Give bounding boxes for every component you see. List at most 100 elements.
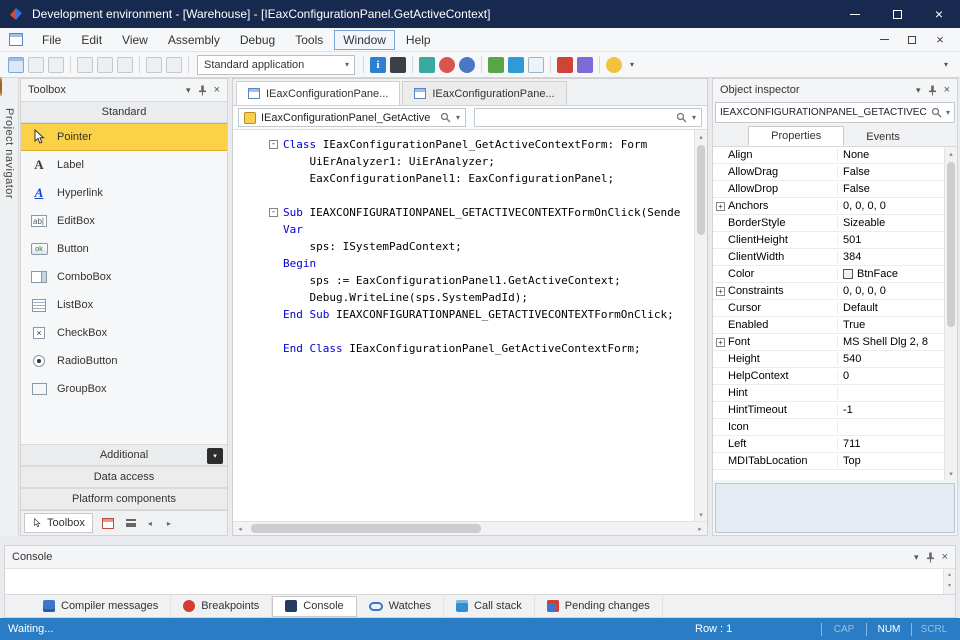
property-row[interactable]: BorderStyleSizeable — [713, 215, 944, 232]
code-line[interactable]: -Sub IEAXCONFIGURATIONPANEL_GETACTIVECON… — [233, 204, 694, 221]
tab-compiler-messages[interactable]: Compiler messages — [31, 595, 171, 617]
chevron-down-icon[interactable]: ▾ — [207, 448, 223, 464]
property-value[interactable]: Default — [838, 302, 944, 314]
code-line[interactable]: Var — [233, 221, 694, 238]
scrollbar-thumb[interactable] — [697, 145, 705, 235]
property-value[interactable]: None — [838, 149, 944, 161]
web-service-icon[interactable] — [459, 57, 475, 73]
property-row[interactable]: +Constraints0, 0, 0, 0 — [713, 283, 944, 300]
property-value[interactable]: 540 — [838, 353, 944, 365]
package-icon[interactable] — [488, 57, 504, 73]
property-row[interactable]: Hint — [713, 385, 944, 402]
property-row[interactable]: EnabledTrue — [713, 317, 944, 334]
minimize-button[interactable] — [834, 0, 876, 28]
expand-icon[interactable]: + — [716, 287, 725, 296]
property-value[interactable]: True — [838, 319, 944, 331]
toolbox-item-groupbox[interactable]: GroupBox — [21, 375, 227, 403]
property-row[interactable]: Left711 — [713, 436, 944, 453]
scroll-down-icon[interactable]: ▾ — [695, 508, 707, 521]
property-value[interactable]: -1 — [838, 404, 944, 416]
fold-collapse-icon[interactable]: - — [269, 140, 278, 149]
scroll-down-icon[interactable]: ▾ — [945, 467, 957, 480]
filter-icon[interactable] — [577, 57, 593, 73]
property-value[interactable]: BtnFace — [838, 268, 944, 280]
menu-debug[interactable]: Debug — [231, 30, 284, 50]
property-value[interactable]: 0, 0, 0, 0 — [838, 285, 944, 297]
code-line[interactable]: sps: ISystemPadContext; — [233, 238, 694, 255]
tab-events[interactable]: Events — [844, 128, 922, 146]
info-icon[interactable]: i — [370, 57, 386, 73]
property-row[interactable]: +FontMS Shell Dlg 2, 8 — [713, 334, 944, 351]
toolbox-category-data-access[interactable]: Data access — [21, 466, 227, 488]
code-line[interactable]: -Class IEaxConfigurationPanel_GetActiveC… — [233, 136, 694, 153]
tab-breakpoints[interactable]: Breakpoints — [171, 595, 272, 617]
property-value[interactable]: 501 — [838, 234, 944, 246]
chevron-down-icon[interactable]: ▾ — [916, 85, 921, 96]
code-line[interactable] — [233, 187, 694, 204]
tab-pending-changes[interactable]: Pending changes — [535, 595, 663, 617]
property-row[interactable]: AllowDropFalse — [713, 181, 944, 198]
toolbox-category-additional[interactable]: Additional▾ — [21, 444, 227, 466]
toolbox-category-platform-components[interactable]: Platform components — [21, 488, 227, 510]
console-output[interactable]: ▴ ▾ — [5, 568, 955, 594]
tab-properties[interactable]: Properties — [748, 126, 844, 146]
property-value[interactable]: False — [838, 166, 944, 178]
scroll-up-icon[interactable]: ▴ — [944, 569, 955, 580]
project-navigator-dock[interactable]: Project navigator — [0, 78, 19, 536]
redo-icon[interactable] — [166, 57, 182, 73]
mdi-close-button[interactable]: × — [926, 30, 954, 50]
configuration-combobox[interactable]: Standard application▾ — [197, 55, 355, 75]
scroll-right-icon[interactable]: ▸ — [161, 514, 177, 532]
net-assembly-icon[interactable] — [508, 57, 524, 73]
property-row[interactable]: Icon — [713, 419, 944, 436]
menu-window[interactable]: Window — [334, 30, 395, 50]
scrollbar-thumb[interactable] — [251, 524, 481, 533]
code-line[interactable]: EaxConfigurationPanel1: EaxConfiguration… — [233, 170, 694, 187]
toolbox-item-combobox[interactable]: ComboBox — [21, 263, 227, 291]
scroll-left-icon[interactable]: ◂ — [142, 514, 158, 532]
scrollbar-thumb[interactable] — [947, 162, 955, 327]
pin-icon[interactable] — [926, 552, 935, 563]
toolbox-category-standard[interactable]: Standard — [21, 101, 227, 123]
property-row[interactable]: MDITabLocationTop — [713, 453, 944, 470]
toolbox-item-pointer[interactable]: Pointer — [21, 123, 227, 151]
property-row[interactable]: ClientHeight501 — [713, 232, 944, 249]
help-icon[interactable] — [606, 57, 622, 73]
editor-horizontal-scrollbar[interactable]: ◂ ▸ — [233, 521, 707, 535]
copy-icon[interactable] — [97, 57, 113, 73]
document-tab-1[interactable]: IEaxConfigurationPane... — [236, 81, 400, 105]
export-icon[interactable] — [528, 57, 544, 73]
member-combobox[interactable]: IEaxConfigurationPanel_GetActive ▾ — [238, 108, 466, 127]
property-row[interactable]: HelpContext0 — [713, 368, 944, 385]
undo-icon[interactable] — [146, 57, 162, 73]
scroll-left-icon[interactable]: ◂ — [233, 522, 247, 535]
print-icon[interactable] — [48, 57, 64, 73]
scroll-up-icon[interactable]: ▴ — [695, 130, 707, 143]
menu-assembly[interactable]: Assembly — [159, 30, 229, 50]
console-icon[interactable] — [390, 57, 406, 73]
property-row[interactable]: Height540 — [713, 351, 944, 368]
property-row[interactable]: AllowDragFalse — [713, 164, 944, 181]
toolbox-item-label[interactable]: ALabel — [21, 151, 227, 179]
property-value[interactable]: 384 — [838, 251, 944, 263]
mdi-minimize-button[interactable] — [870, 30, 898, 50]
menu-file[interactable]: File — [33, 30, 70, 50]
document-tab-2[interactable]: IEaxConfigurationPane... — [402, 81, 566, 105]
open-form-icon[interactable] — [8, 57, 24, 73]
scroll-up-icon[interactable]: ▴ — [945, 147, 957, 160]
toolbox-item-hyperlink[interactable]: AHyperlink — [21, 179, 227, 207]
code-line[interactable] — [233, 323, 694, 340]
property-value[interactable]: False — [838, 183, 944, 195]
property-value[interactable]: 0 — [838, 370, 944, 382]
chevron-down-icon[interactable]: ▾ — [946, 108, 950, 117]
editor-search-input[interactable]: ▾ — [474, 108, 702, 127]
property-value[interactable]: 0, 0, 0, 0 — [838, 200, 944, 212]
code-line[interactable]: End Class IEaxConfigurationPanel_GetActi… — [233, 340, 694, 357]
expand-icon[interactable]: + — [716, 338, 725, 347]
tab-console[interactable]: Console — [272, 596, 356, 617]
toolbox-item-editbox[interactable]: ab|EditBox — [21, 207, 227, 235]
toolbox-item-checkbox[interactable]: ×CheckBox — [21, 319, 227, 347]
toolbox-item-listbox[interactable]: ListBox — [21, 291, 227, 319]
code-line[interactable]: End Sub IEAXCONFIGURATIONPANEL_GETACTIVE… — [233, 306, 694, 323]
flag-icon[interactable] — [557, 57, 573, 73]
